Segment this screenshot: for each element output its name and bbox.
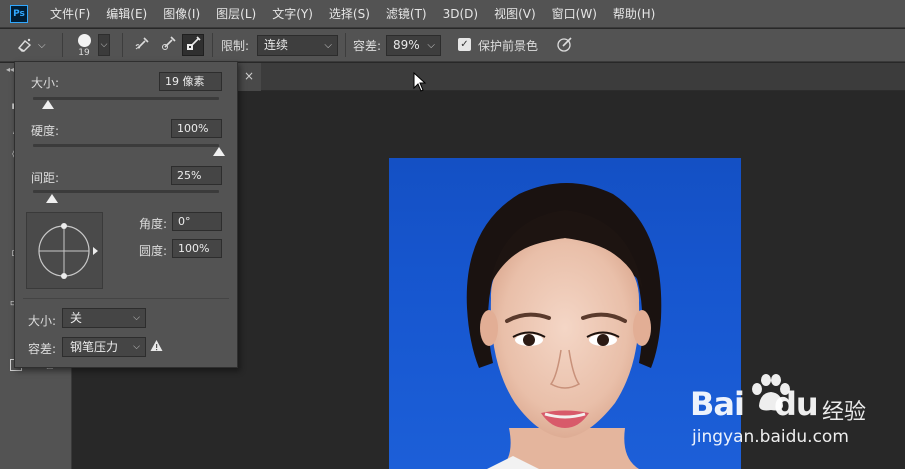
menu-type[interactable]: 文字(Y): [264, 0, 321, 28]
tolerance-label: 容差:: [353, 39, 382, 53]
menu-edit[interactable]: 编辑(E): [98, 0, 155, 28]
document-tab-bar: ×: [237, 63, 905, 91]
chevron-down-icon: ⌵: [100, 40, 108, 50]
portrait-photo[interactable]: [389, 158, 741, 469]
brush-tip-icon: [77, 34, 91, 47]
tolerance-value: 89%: [393, 38, 420, 52]
spacing-label: 间距:: [31, 171, 60, 185]
sampling-continuous-icon: [135, 37, 149, 50]
menu-image[interactable]: 图像(I): [155, 0, 208, 28]
brush-size-label: 大小:: [31, 76, 60, 90]
tolerance-control-label: 容差:: [28, 342, 57, 356]
size-control-value: 关: [70, 311, 83, 325]
tool-preset-picker[interactable]: ⌵: [16, 34, 54, 56]
menu-layer[interactable]: 图层(L): [208, 0, 264, 28]
options-bar: ⌵ 19 ⌵ 限制: 连续 ⌵ 容差: 89% ⌵ ✓ 保护前景色: [0, 29, 905, 62]
hardness-label: 硬度:: [31, 124, 60, 138]
limits-label: 限制:: [221, 39, 250, 53]
limits-select[interactable]: 连续 ⌵: [257, 35, 338, 56]
tolerance-control-value: 钢笔压力: [70, 340, 119, 354]
spacing-field[interactable]: 25%: [171, 166, 222, 185]
spacing-slider-track[interactable]: [33, 190, 219, 193]
toolbar-divider: [212, 33, 213, 57]
menu-select[interactable]: 选择(S): [321, 0, 378, 28]
brush-size-field[interactable]: 19 像素: [159, 72, 222, 91]
baidu-logo-text: Bai du: [690, 385, 819, 423]
angle-label: 角度:: [139, 217, 168, 231]
hardness-field[interactable]: 100%: [171, 119, 222, 138]
brush-angle-roundness-icon: [38, 223, 98, 279]
tablet-pressure-button[interactable]: [555, 35, 575, 55]
menu-view[interactable]: 视图(V): [486, 0, 544, 28]
tolerance-control-select[interactable]: 钢笔压力 ⌵: [62, 337, 146, 357]
chevron-down-icon: ⌵: [324, 40, 332, 51]
roundness-field[interactable]: 100%: [172, 239, 222, 258]
tolerance-input[interactable]: 89% ⌵: [386, 35, 441, 56]
tablet-pressure-icon: [557, 37, 572, 52]
sampling-continuous-button[interactable]: [132, 34, 154, 56]
brush-angle-preview[interactable]: [26, 212, 103, 289]
roundness-label: 圆度:: [139, 244, 168, 258]
limits-value: 连续: [264, 38, 289, 52]
chevron-down-icon: ⌵: [133, 313, 140, 323]
warning-icon[interactable]: [150, 339, 163, 356]
baidu-jingyan-watermark: Bai du 经验 jingyan.baidu.com: [690, 373, 900, 463]
jingyan-url: jingyan.baidu.com: [692, 427, 849, 447]
brush-picker-dropdown[interactable]: ⌵: [98, 34, 110, 56]
protect-foreground-checkbox[interactable]: ✓: [458, 38, 471, 51]
background-eraser-icon: [17, 38, 32, 52]
toolbar-divider: [122, 33, 123, 57]
checkmark-icon: ✓: [460, 39, 469, 50]
jingyan-label: 经验: [822, 400, 867, 425]
menu-bar: Ps 文件(F) 编辑(E) 图像(I) 图层(L) 文字(Y) 选择(S) 滤…: [0, 0, 905, 28]
toolbar-divider: [62, 33, 63, 57]
spacing-slider-thumb[interactable]: [45, 194, 58, 203]
ps-logo-icon[interactable]: Ps: [10, 4, 28, 23]
angle-field[interactable]: 0°: [172, 212, 222, 231]
sampling-background-swatch-icon: [187, 36, 201, 50]
protect-foreground-label: 保护前景色: [478, 39, 539, 53]
mouse-cursor-icon: [413, 72, 427, 92]
menu-filter[interactable]: 滤镜(T): [378, 0, 435, 28]
toolbar-divider: [345, 33, 346, 57]
baidu-logo-du: du: [773, 385, 819, 423]
menu-file[interactable]: 文件(F): [42, 0, 98, 28]
brush-preset-picker[interactable]: 19: [70, 31, 98, 61]
sampling-once-icon: [162, 36, 176, 50]
chevron-down-icon: ⌵: [133, 342, 140, 352]
brush-options-popup: 大小: 19 像素 硬度: 100% 间距: 25% 角度: 0° 圆度: 10…: [14, 61, 238, 368]
brush-size-slider-track[interactable]: [33, 97, 219, 100]
brush-size-slider-thumb[interactable]: [41, 100, 54, 109]
size-control-select[interactable]: 关 ⌵: [62, 308, 146, 328]
close-icon[interactable]: ×: [242, 69, 256, 83]
sampling-once-button[interactable]: [158, 34, 180, 56]
hardness-slider-track[interactable]: [33, 144, 219, 147]
menu-window[interactable]: 窗口(W): [544, 0, 605, 28]
portrait-image: [466, 183, 662, 469]
hardness-slider-thumb[interactable]: [213, 147, 225, 156]
menu-3d[interactable]: 3D(D): [435, 0, 486, 28]
menu-help[interactable]: 帮助(H): [605, 0, 663, 28]
baidu-logo-bai: Bai: [690, 385, 745, 423]
sampling-background-swatch-button[interactable]: [182, 34, 204, 56]
collapse-panel-icon[interactable]: ◂◂: [6, 65, 14, 74]
brush-size-readout: 19: [78, 48, 90, 58]
panel-divider: [23, 298, 229, 299]
chevron-down-icon: ⌵: [38, 39, 46, 51]
chevron-down-icon: ⌵: [427, 40, 435, 51]
size-control-label: 大小:: [28, 314, 57, 328]
photoshop-window: Ps 文件(F) 编辑(E) 图像(I) 图层(L) 文字(Y) 选择(S) 滤…: [0, 0, 905, 469]
